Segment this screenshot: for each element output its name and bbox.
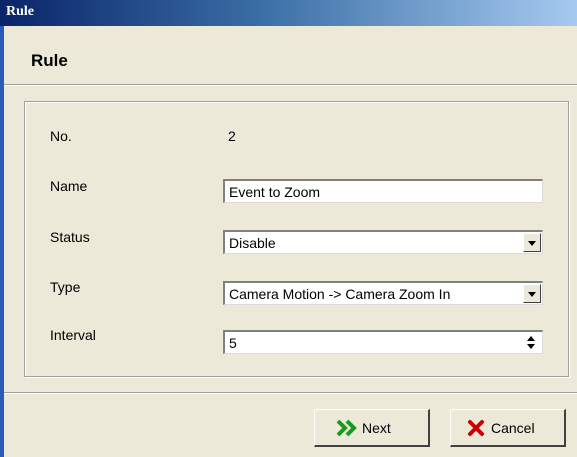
cancel-button-label: Cancel [491,420,535,436]
type-select-value: Camera Motion -> Camera Zoom In [229,286,451,302]
type-label: Type [50,279,81,295]
next-button-label: Next [362,420,391,436]
no-label: No. [50,128,72,144]
next-button[interactable]: Next [314,409,430,447]
interval-label: Interval [50,327,96,343]
rule-dialog: Rule Rule No. 2 Name Event to Zoom Statu… [0,0,577,457]
status-select[interactable]: Disable [223,230,543,254]
chevron-down-icon [528,292,536,297]
name-field[interactable]: Event to Zoom [223,179,543,203]
type-select[interactable]: Camera Motion -> Camera Zoom In [223,281,543,305]
page-title: Rule [31,51,68,70]
chevron-down-icon [528,241,536,246]
cancel-button[interactable]: Cancel [450,409,566,447]
header-divider [4,84,577,86]
interval-value: 5 [229,335,237,351]
status-dropdown-button[interactable] [523,233,541,252]
dialog-header: Rule [4,26,577,84]
name-label: Name [50,178,88,194]
interval-spin-buttons[interactable] [523,333,541,352]
type-dropdown-button[interactable] [523,284,541,303]
spin-up-icon[interactable] [527,336,535,341]
window-title: Rule [6,4,34,19]
double-chevron-right-icon [336,419,357,437]
footer-divider [4,392,577,394]
name-field-value: Event to Zoom [229,184,321,200]
status-select-value: Disable [229,235,276,251]
spin-down-icon[interactable] [527,344,535,349]
no-value: 2 [228,128,236,144]
status-label: Status [50,229,90,245]
title-bar[interactable]: Rule [0,0,577,26]
x-mark-icon [468,420,484,436]
interval-stepper[interactable]: 5 [223,330,543,354]
